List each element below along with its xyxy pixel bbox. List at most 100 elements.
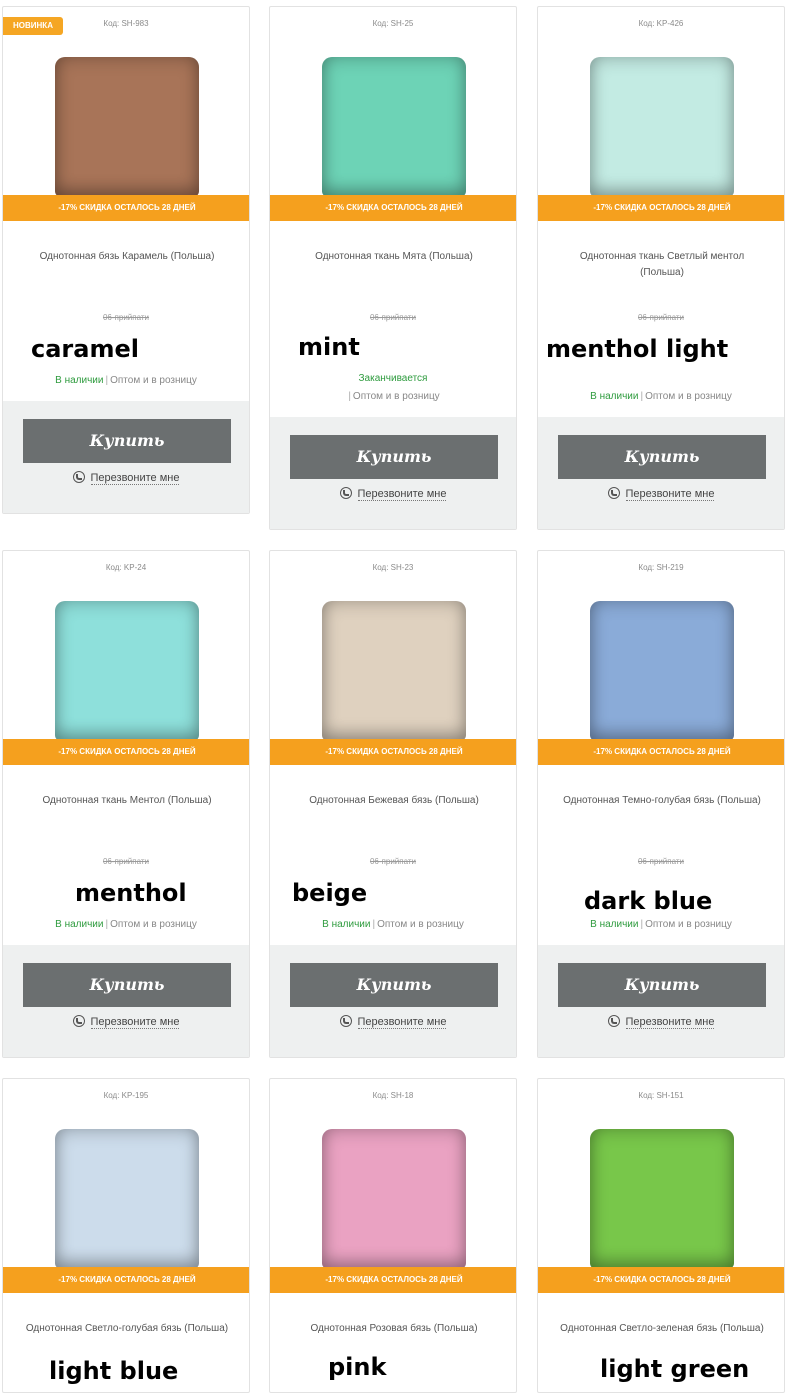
availability-row: Заканчивается [270,373,516,384]
product-card[interactable]: Код: SH-18 -17% СКИДКА ОСТАЛОСЬ 28 ДНЕЙ … [269,1078,517,1393]
wholesale-label: Оптом и в розницу [352,391,440,402]
color-label: caramel [31,335,139,363]
discount-ribbon: -17% СКИДКА ОСТАЛОСЬ 28 ДНЕЙ [270,1267,516,1293]
product-code: Код: SH-219 [638,563,684,572]
product-card[interactable]: Код: KP-426 -17% СКИДКА ОСТАЛОСЬ 28 ДНЕЙ… [537,6,785,530]
stock-status: В наличии [590,919,639,930]
product-card[interactable]: Код: SH-151 -17% СКИДКА ОСТАЛОСЬ 28 ДНЕЙ… [537,1078,785,1393]
card-footer: Купить Перезвоните мне [3,401,249,513]
product-name[interactable]: Однотонная ткань Светлый ментол (Польша) [558,249,766,281]
wholesale-label: Оптом и в розницу [110,919,197,930]
discount-ribbon: -17% СКИДКА ОСТАЛОСЬ 28 ДНЕЙ [3,1267,249,1293]
stock-status: Заканчивается [358,373,428,384]
product-code: Код: SH-18 [372,1091,414,1100]
card-footer: Купить Перезвоните мне [270,417,516,529]
product-name[interactable]: Однотонная Светло-голубая бязь (Польша) [23,1321,231,1337]
product-image[interactable] [590,57,734,197]
product-code: Код: SH-983 [103,19,149,28]
stock-status: В наличии [590,391,639,402]
callback-link[interactable]: Перезвоните мне [270,1015,516,1029]
product-code: Код: KP-426 [638,19,684,28]
product-image[interactable] [55,601,199,741]
discount-ribbon: -17% СКИДКА ОСТАЛОСЬ 28 ДНЕЙ [270,739,516,765]
old-price: 06-прийпати [102,857,150,866]
product-image[interactable] [590,601,734,741]
stock-status: В наличии [55,375,104,386]
callback-link[interactable]: Перезвоните мне [3,471,249,485]
product-card[interactable]: НОВИНКА Код: SH-983 -17% СКИДКА ОСТАЛОСЬ… [2,6,250,514]
availability-row: В наличии | Оптом и в розницу [590,919,732,930]
discount-ribbon: -17% СКИДКА ОСТАЛОСЬ 28 ДНЕЙ [538,739,784,765]
product-card[interactable]: Код: SH-219 -17% СКИДКА ОСТАЛОСЬ 28 ДНЕЙ… [537,550,785,1058]
card-footer: Купить Перезвоните мне [270,945,516,1057]
buy-button[interactable]: Купить [290,963,498,1007]
phone-icon [607,1015,620,1027]
buy-button[interactable]: Купить [23,963,231,1007]
buy-button[interactable]: Купить [23,419,231,463]
product-name[interactable]: Однотонная Розовая бязь (Польша) [290,1321,498,1337]
product-code: Код: SH-23 [372,563,414,572]
wholesale-label: Оптом и в розницу [377,919,464,930]
product-name[interactable]: Однотонная Светло-зеленая бязь (Польша) [558,1321,766,1337]
color-label: light green [600,1355,750,1383]
availability-row: В наличии | Оптом и в розницу [55,919,197,930]
product-image[interactable] [590,1129,734,1269]
buy-button[interactable]: Купить [290,435,498,479]
buy-button[interactable]: Купить [558,963,766,1007]
wholesale-label: Оптом и в розницу [645,919,732,930]
product-code: Код: KP-195 [103,1091,149,1100]
color-label: pink [328,1353,387,1381]
phone-icon [72,1015,85,1027]
card-footer: Купить Перезвоните мне [3,945,249,1057]
old-price: 06-прийпати [369,313,417,322]
discount-ribbon: -17% СКИДКА ОСТАЛОСЬ 28 ДНЕЙ [3,195,249,221]
callback-link[interactable]: Перезвоните мне [3,1015,249,1029]
callback-link[interactable]: Перезвоните мне [538,1015,784,1029]
product-card[interactable]: Код: SH-23 -17% СКИДКА ОСТАЛОСЬ 28 ДНЕЙ … [269,550,517,1058]
old-price: 06-прийпати [637,857,685,866]
product-image[interactable] [322,1129,466,1269]
product-card[interactable]: Код: KP-24 -17% СКИДКА ОСТАЛОСЬ 28 ДНЕЙ … [2,550,250,1058]
product-name[interactable]: Однотонная ткань Ментол (Польша) [23,793,231,809]
stock-status: В наличии [55,919,104,930]
old-price: 06-прийпати [637,313,685,322]
buy-button[interactable]: Купить [558,435,766,479]
product-image[interactable] [322,57,466,197]
color-label: dark blue [584,887,713,915]
product-name[interactable]: Однотонная Бежевая бязь (Польша) [290,793,498,809]
color-label: mint [298,333,360,361]
color-label: menthol light [546,335,729,363]
product-image[interactable] [322,601,466,741]
product-image[interactable] [55,1129,199,1269]
product-card[interactable]: Код: KP-195 -17% СКИДКА ОСТАЛОСЬ 28 ДНЕЙ… [2,1078,250,1393]
product-name[interactable]: Однотонная ткань Мята (Польша) [290,249,498,265]
wholesale-label: Оптом и в розницу [645,391,732,402]
color-label: beige [292,879,368,907]
wholesale-label: Оптом и в розницу [110,375,197,386]
availability-row: В наличии | Оптом и в розницу [322,919,464,930]
product-name[interactable]: Однотонная Темно-голубая бязь (Польша) [558,793,766,809]
discount-ribbon: -17% СКИДКА ОСТАЛОСЬ 28 ДНЕЙ [3,739,249,765]
callback-link[interactable]: Перезвоните мне [270,487,516,501]
phone-icon [72,471,85,483]
product-card[interactable]: Код: SH-25 -17% СКИДКА ОСТАЛОСЬ 28 ДНЕЙ … [269,6,517,530]
product-code: Код: KP-24 [105,563,147,572]
availability-row: В наличии | Оптом и в розницу [590,391,732,402]
availability-row: В наличии | Оптом и в розницу [55,375,197,386]
color-label: light blue [49,1357,179,1385]
color-label: menthol [75,879,187,907]
card-footer: Купить Перезвоните мне [538,945,784,1057]
product-name[interactable]: Однотонная бязь Карамель (Польша) [23,249,231,265]
old-price: 06-прийпати [369,857,417,866]
card-footer: Купить Перезвоните мне [538,417,784,529]
callback-link[interactable]: Перезвоните мне [538,487,784,501]
phone-icon [339,487,352,499]
discount-ribbon: -17% СКИДКА ОСТАЛОСЬ 28 ДНЕЙ [270,195,516,221]
phone-icon [607,487,620,499]
discount-ribbon: -17% СКИДКА ОСТАЛОСЬ 28 ДНЕЙ [538,195,784,221]
old-price: 06-прийпати [102,313,150,322]
product-image[interactable] [55,57,199,197]
product-code: Код: SH-25 [372,19,414,28]
discount-ribbon: -17% СКИДКА ОСТАЛОСЬ 28 ДНЕЙ [538,1267,784,1293]
phone-icon [339,1015,352,1027]
